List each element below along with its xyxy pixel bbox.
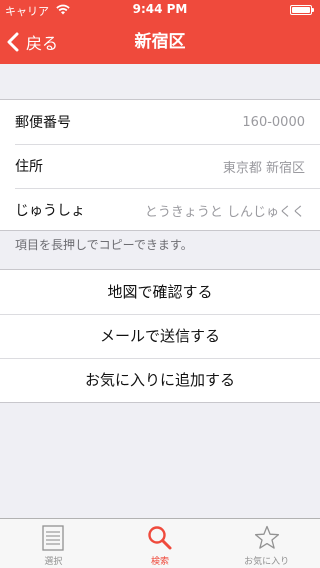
- tab-label: お気に入り: [244, 557, 290, 567]
- info-key: じゅうしょ: [15, 203, 85, 219]
- show-map-button[interactable]: 地図で確認する: [0, 270, 320, 314]
- info-value: とうきょうと しんじゅくく: [144, 204, 305, 220]
- back-button[interactable]: 戻る: [6, 20, 58, 64]
- info-key: 住所: [15, 159, 43, 175]
- tab-favorites[interactable]: お気に入り: [213, 519, 320, 568]
- back-button-label: 戻る: [26, 34, 59, 53]
- info-row-postal-code[interactable]: 郵便番号 160-0000: [0, 100, 320, 144]
- list-icon: [42, 525, 64, 551]
- battery-icon: [290, 5, 314, 15]
- status-bar: キャリア 9:44 PM: [0, 0, 320, 20]
- search-icon: [148, 526, 172, 550]
- chevron-left-icon: [7, 32, 19, 52]
- status-time: 9:44 PM: [132, 2, 188, 16]
- info-key: 郵便番号: [15, 115, 71, 131]
- copy-hint: 項目を長押しでコピーできます。: [15, 238, 193, 252]
- tab-select[interactable]: 選択: [0, 519, 107, 568]
- send-mail-button[interactable]: メールで送信する: [0, 314, 320, 358]
- tab-bar: 選択 検索 お気に入り: [0, 518, 320, 568]
- top-bar: キャリア 9:44 PM 新宿区 戻る: [0, 0, 320, 64]
- info-row-address[interactable]: 住所 東京都 新宿区: [0, 144, 320, 188]
- navigation-bar: 新宿区 戻る: [0, 20, 320, 64]
- address-info-group: 郵便番号 160-0000 住所 東京都 新宿区 じゅうしょ とうきょうと しん…: [0, 99, 320, 231]
- tab-search[interactable]: 検索: [107, 519, 214, 568]
- add-favorite-button[interactable]: お気に入りに追加する: [0, 358, 320, 402]
- info-row-reading[interactable]: じゅうしょ とうきょうと しんじゅくく: [0, 188, 320, 232]
- tab-label: 検索: [151, 557, 170, 567]
- tab-label: 選択: [44, 557, 63, 567]
- info-value: 東京都 新宿区: [222, 160, 305, 176]
- star-icon: [254, 525, 279, 549]
- actions-group: 地図で確認する メールで送信する お気に入りに追加する: [0, 269, 320, 403]
- info-value: 160-0000: [242, 114, 305, 130]
